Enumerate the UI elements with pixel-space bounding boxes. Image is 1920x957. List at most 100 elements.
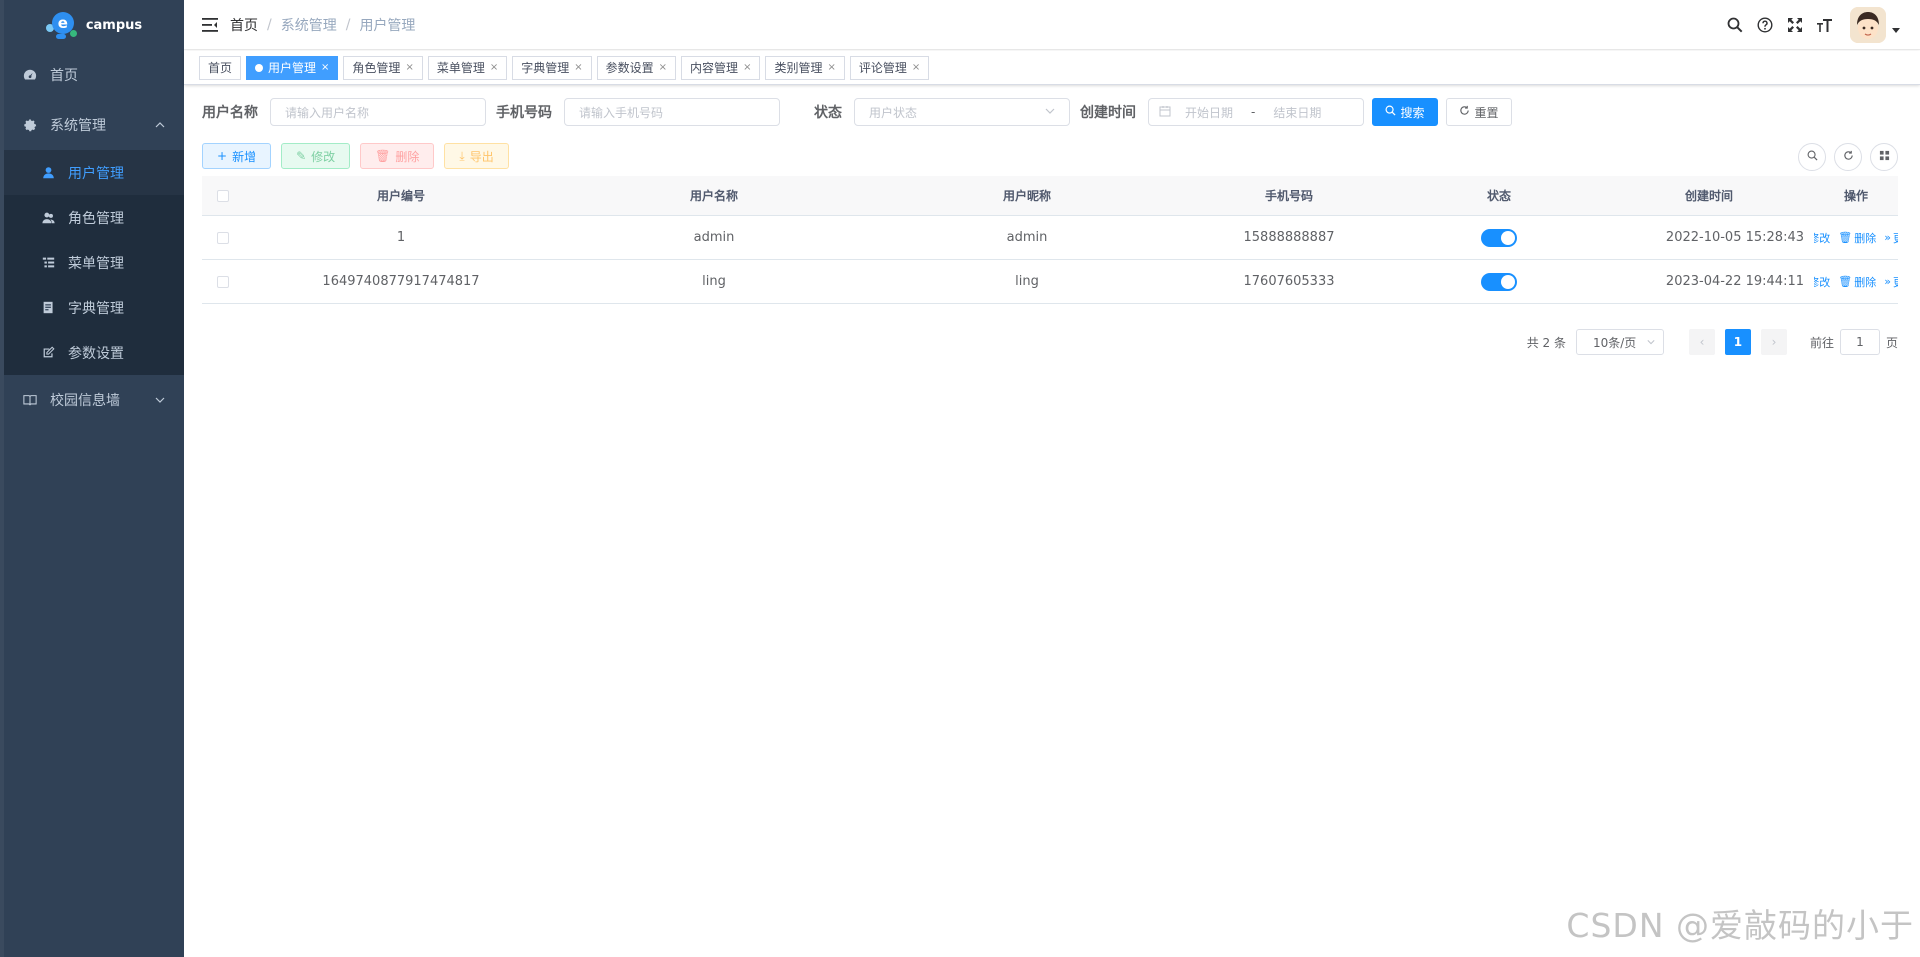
columns-button[interactable] bbox=[1870, 143, 1898, 171]
hamburger-icon[interactable] bbox=[190, 0, 230, 50]
sidebar-item-label: 角色管理 bbox=[68, 210, 124, 227]
tag-config[interactable]: 参数设置 × bbox=[596, 55, 677, 80]
edit-button[interactable]: ✎ 修改 bbox=[281, 143, 351, 169]
font-size-icon[interactable] bbox=[1810, 0, 1840, 50]
row-more-link[interactable]: »更多 bbox=[1884, 230, 1898, 246]
page-jumper: 前往 1 页 bbox=[1810, 329, 1898, 355]
calendar-icon bbox=[1159, 105, 1171, 120]
chevron-right-icon: › bbox=[1771, 335, 1777, 349]
sidebar-item-users[interactable]: 用户管理 bbox=[4, 150, 184, 195]
logo[interactable]: e campus bbox=[4, 0, 184, 50]
dashboard-icon bbox=[22, 67, 38, 83]
column-header: 用户昵称 bbox=[1002, 189, 1051, 203]
status-select[interactable]: 用户状态 bbox=[854, 98, 1070, 126]
page-number[interactable]: 1 bbox=[1724, 329, 1751, 355]
select-all-checkbox[interactable] bbox=[202, 189, 244, 202]
row-delete-link[interactable]: 🗑 删除 bbox=[1838, 230, 1876, 246]
row-edit-link[interactable]: ✎修改 bbox=[1814, 274, 1830, 290]
search-icon[interactable] bbox=[1720, 0, 1750, 50]
close-icon[interactable]: × bbox=[574, 62, 582, 73]
download-icon: ⤓ bbox=[459, 148, 465, 163]
tag-roles[interactable]: 角色管理 × bbox=[343, 55, 423, 80]
start-date[interactable]: 开始日期 bbox=[1185, 104, 1233, 121]
question-icon[interactable] bbox=[1750, 0, 1780, 50]
tag-comments[interactable]: 评论管理 × bbox=[849, 55, 930, 80]
close-icon[interactable]: × bbox=[405, 62, 413, 73]
tag-menus[interactable]: 菜单管理 × bbox=[427, 55, 508, 80]
column-header: 手机号码 bbox=[1264, 189, 1313, 203]
sidebar: e campus 首页 系统管理 用户管理 角色管理 菜单管理 字典管理 参数设… bbox=[0, 0, 184, 957]
row-edit-link[interactable]: ✎修改 bbox=[1814, 230, 1830, 246]
status-switch[interactable] bbox=[1481, 272, 1517, 291]
breadcrumb-home[interactable]: 首页 bbox=[230, 15, 258, 35]
breadcrumb-separator: / bbox=[267, 16, 272, 33]
pagination: 共 2 条 10条/页 ‹ 1 › 前往 1 页 bbox=[1527, 329, 1898, 355]
end-date[interactable]: 结束日期 bbox=[1273, 104, 1321, 121]
breadcrumb-separator: / bbox=[345, 16, 351, 33]
breadcrumb: 首页 / 系统管理 / 用户管理 bbox=[230, 15, 415, 35]
date-range-picker[interactable]: 开始日期 - 结束日期 bbox=[1148, 98, 1364, 126]
fullscreen-icon[interactable] bbox=[1780, 0, 1810, 50]
refresh-button[interactable] bbox=[1834, 143, 1862, 171]
next-page-button[interactable]: › bbox=[1760, 329, 1787, 355]
edit-icon bbox=[40, 345, 56, 361]
username-input[interactable]: 请输入用户名称 bbox=[270, 98, 486, 126]
tag-dict[interactable]: 字典管理 × bbox=[512, 55, 592, 80]
plus-icon: + bbox=[217, 149, 228, 163]
sidebar-item-home[interactable]: 首页 bbox=[4, 50, 184, 100]
sidebar-item-label: 字典管理 bbox=[68, 300, 124, 317]
tag-users[interactable]: 用户管理 × bbox=[246, 55, 339, 80]
range-separator: - bbox=[1251, 105, 1256, 119]
sidebar-item-roles[interactable]: 角色管理 bbox=[4, 195, 184, 240]
row-checkbox[interactable] bbox=[202, 231, 244, 244]
reset-button[interactable]: 重置 bbox=[1446, 98, 1512, 126]
delete-button[interactable]: 🗑 删除 bbox=[360, 143, 435, 169]
sidebar-item-dict[interactable]: 字典管理 bbox=[4, 285, 184, 330]
close-icon[interactable]: × bbox=[490, 62, 498, 73]
sidebar-item-campus-wall[interactable]: 校园信息墙 bbox=[4, 375, 184, 425]
goto-input[interactable]: 1 bbox=[1839, 329, 1880, 355]
close-icon[interactable]: × bbox=[827, 62, 835, 73]
sidebar-item-label: 用户管理 bbox=[68, 165, 124, 182]
chevron-down-icon bbox=[1045, 105, 1055, 119]
caret-down-icon[interactable] bbox=[1892, 23, 1900, 38]
sidebar-item-menus[interactable]: 菜单管理 bbox=[4, 240, 184, 285]
navbar-right bbox=[1720, 0, 1920, 50]
username: ling bbox=[702, 274, 726, 289]
close-icon[interactable]: × bbox=[659, 62, 667, 73]
search-button[interactable]: 搜索 bbox=[1372, 98, 1438, 126]
username: admin bbox=[693, 230, 735, 245]
sidebar-item-system[interactable]: 系统管理 bbox=[4, 100, 184, 150]
table-header: 用户编号 用户名称 用户昵称 手机号码 状态 创建时间 操作 bbox=[202, 176, 1898, 216]
book-icon bbox=[22, 392, 38, 408]
logo-text: campus bbox=[85, 17, 143, 33]
goto-label: 前往 bbox=[1809, 335, 1834, 350]
page-size-select[interactable]: 10条/页 bbox=[1575, 329, 1664, 355]
sidebar-item-label: 首页 bbox=[50, 68, 78, 84]
table-row: 1 admin admin 15888888887 2022-10-05 15:… bbox=[202, 216, 1898, 260]
sidebar-item-config[interactable]: 参数设置 bbox=[4, 330, 184, 375]
close-icon[interactable]: × bbox=[743, 62, 751, 73]
row-checkbox[interactable] bbox=[202, 275, 244, 288]
avatar[interactable] bbox=[1850, 7, 1886, 43]
tree-table-icon bbox=[40, 255, 56, 271]
status-switch[interactable] bbox=[1481, 228, 1517, 247]
tag-home[interactable]: 首页 bbox=[199, 55, 242, 80]
row-more-link[interactable]: »更多 bbox=[1884, 274, 1898, 290]
prev-page-button[interactable]: ‹ bbox=[1688, 329, 1715, 355]
tag-category[interactable]: 类别管理 × bbox=[765, 55, 845, 80]
add-button[interactable]: + 新增 bbox=[202, 143, 272, 169]
nickname: ling bbox=[1015, 274, 1039, 289]
user-icon bbox=[40, 165, 56, 181]
toggle-search-button[interactable] bbox=[1798, 143, 1826, 171]
breadcrumb-current: 用户管理 bbox=[359, 17, 416, 34]
close-icon[interactable]: × bbox=[321, 62, 329, 73]
row-delete-link[interactable]: 🗑 删除 bbox=[1838, 274, 1876, 290]
export-button[interactable]: ⤓ 导出 bbox=[444, 143, 509, 169]
phone-input[interactable]: 请输入手机号码 bbox=[564, 98, 780, 126]
status-switch-cell bbox=[1394, 228, 1604, 247]
table-row: 1649740877917474817 ling ling 1760760533… bbox=[202, 260, 1898, 304]
navbar: 首页 / 系统管理 / 用户管理 bbox=[184, 0, 1920, 50]
close-icon[interactable]: × bbox=[912, 62, 920, 73]
tag-content[interactable]: 内容管理 × bbox=[681, 55, 761, 80]
